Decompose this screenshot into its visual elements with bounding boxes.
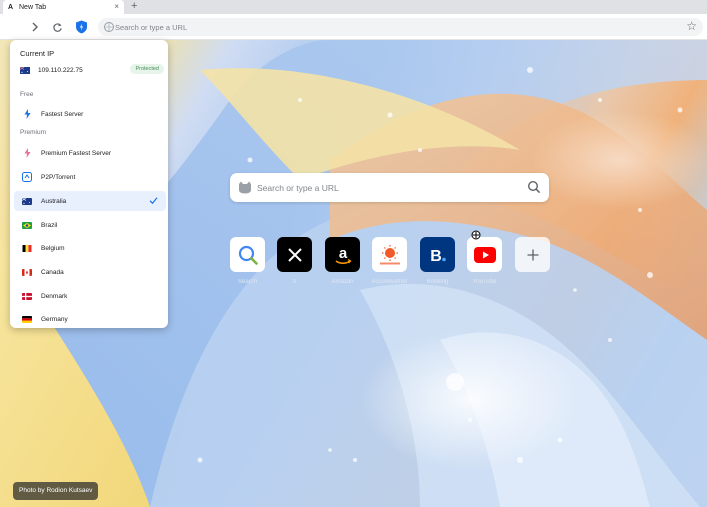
tile-search[interactable]: [230, 237, 265, 272]
server-premium-fastest[interactable]: Premium Fastest Server: [14, 143, 166, 163]
new-tab-button[interactable]: +: [131, 0, 137, 12]
photo-credit[interactable]: Photo by Rodion Kutsaev: [13, 482, 99, 500]
tile-amazon[interactable]: a: [325, 237, 360, 272]
current-ip-label: Current IP: [20, 49, 55, 58]
accuweather-icon: [379, 244, 400, 264]
reload-icon: [52, 22, 62, 32]
x-logo-icon: [287, 247, 302, 262]
server-label: Brazil: [41, 221, 58, 229]
flag-australia-icon: [22, 197, 32, 205]
premium-section-label: Premium: [20, 129, 47, 136]
tile-booking[interactable]: B: [420, 237, 455, 272]
premium-lightning-icon: [22, 148, 32, 158]
server-denmark[interactable]: Denmark: [14, 286, 166, 306]
tab-title: New Tab: [19, 3, 47, 11]
p2p-icon: [22, 172, 32, 182]
address-bar[interactable]: ☆: [98, 18, 703, 36]
server-label: Fastest Server: [41, 110, 84, 118]
brand-logo-icon: A: [8, 3, 14, 11]
tile-label-amazon: Amazon: [331, 279, 354, 285]
ntp-search-input[interactable]: [257, 179, 517, 196]
tile-label-search: Search: [237, 279, 257, 285]
server-label: Canada: [41, 268, 64, 276]
server-label: Premium Fastest Server: [41, 149, 112, 157]
toolbar: ☆: [0, 14, 707, 40]
magnifier-icon: [238, 245, 258, 265]
server-label: Belgium: [41, 244, 65, 252]
status-badge: Protected: [130, 64, 164, 74]
free-section-label: Free: [20, 91, 34, 98]
cat-logo-icon: [239, 181, 251, 194]
flag-germany-icon: [22, 315, 32, 323]
move-cursor-icon: [471, 230, 481, 240]
lightning-icon: [22, 109, 32, 119]
forward-button[interactable]: [27, 19, 43, 35]
tile-label-booking: Booking: [426, 279, 449, 285]
checkmark-icon: [149, 197, 158, 205]
ntp-search-box[interactable]: [230, 173, 549, 202]
tile-label-x: X: [292, 279, 297, 285]
amazon-logo-icon: a: [335, 245, 352, 264]
server-label: Germany: [41, 315, 68, 323]
flag-belgium-icon: [22, 244, 32, 252]
chevron-right-icon: [32, 22, 38, 32]
shield-icon: [75, 20, 87, 34]
server-belgium[interactable]: Belgium: [14, 238, 166, 258]
bookmark-star-icon[interactable]: ☆: [686, 19, 697, 34]
server-germany[interactable]: Germany: [14, 309, 166, 328]
search-engine-icon: [104, 22, 114, 32]
flag-denmark-icon: [22, 292, 32, 300]
tile-label-youtube: YouTube: [472, 279, 497, 285]
add-icon: [527, 249, 538, 260]
server-label: Denmark: [41, 292, 68, 300]
tab-strip: A New Tab × +: [0, 0, 707, 14]
server-brazil[interactable]: Brazil: [14, 215, 166, 235]
flag-australia-icon: [20, 67, 30, 74]
ip-address: 109.110.222.75: [38, 67, 83, 74]
tab-new-tab[interactable]: A New Tab ×: [3, 0, 124, 14]
close-tab-icon[interactable]: ×: [114, 2, 119, 11]
search-icon[interactable]: [527, 180, 541, 194]
svg-text:B: B: [430, 248, 442, 265]
tile-label-accuweather: AccuWeather: [371, 279, 408, 285]
vpn-popup: Current IP 109.110.222.75 Protected Free…: [10, 40, 168, 328]
flag-brazil-icon: [22, 221, 32, 229]
server-fastest[interactable]: Fastest Server: [14, 104, 166, 124]
address-input[interactable]: [115, 19, 675, 35]
server-p2p[interactable]: P2P/Torrent: [14, 167, 166, 187]
svg-text:a: a: [338, 245, 347, 262]
tile-x[interactable]: [277, 237, 312, 272]
tile-youtube[interactable]: [467, 237, 502, 272]
reload-button[interactable]: [49, 19, 65, 35]
add-shortcut-button[interactable]: [515, 237, 550, 272]
server-label: Australia: [41, 197, 67, 205]
vpn-extension-button[interactable]: [73, 19, 89, 35]
booking-logo-icon: B: [430, 248, 446, 265]
tile-accuweather[interactable]: [372, 237, 407, 272]
server-label: P2P/Torrent: [41, 173, 76, 181]
server-canada[interactable]: Canada: [14, 262, 166, 282]
youtube-logo-icon: [473, 246, 496, 263]
flag-canada-icon: [22, 268, 32, 276]
server-australia[interactable]: Australia: [14, 191, 166, 211]
